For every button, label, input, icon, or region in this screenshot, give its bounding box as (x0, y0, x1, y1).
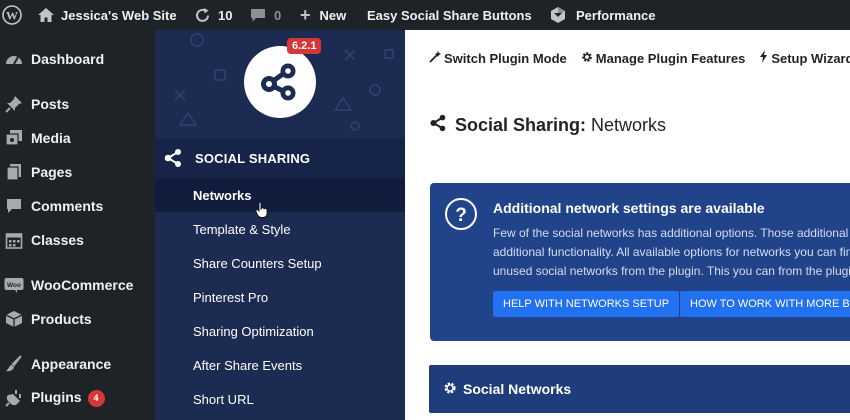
sidebar-item-short-url[interactable]: Short URL (155, 382, 405, 416)
plugin-sidebar: 6.2.1 SOCIAL SHARING Networks Template &… (155, 30, 405, 420)
main-content: Switch Plugin Mode Manage Plugin Feature… (405, 30, 850, 420)
notice-text: Few of the social networks has additiona… (493, 224, 850, 281)
comments-icon (4, 196, 24, 216)
gear-icon (581, 51, 593, 66)
wordpress-logo-icon[interactable]: W (2, 0, 22, 30)
menu-item-plugins[interactable]: Plugins 4 (0, 381, 155, 415)
menu-item-plugins-label: Plugins (31, 389, 82, 406)
switch-plugin-mode-button[interactable]: Switch Plugin Mode (429, 50, 567, 66)
gear-icon (443, 381, 457, 398)
notice-line: additional functionality. All available … (493, 245, 850, 259)
brush-icon (4, 354, 24, 374)
updates-count: 10 (218, 7, 233, 23)
bolt-icon (759, 50, 768, 66)
panel-title: Social Networks (463, 381, 572, 397)
svg-text:W: W (6, 9, 18, 23)
manage-plugin-features-button[interactable]: Manage Plugin Features (581, 50, 745, 66)
magic-wand-icon (429, 50, 441, 66)
menu-item-appearance[interactable]: Appearance (0, 347, 155, 381)
network-settings-notice: ? Additional network settings are availa… (430, 183, 850, 341)
page-title: Social Sharing: Networks (429, 114, 666, 137)
woo-icon: Woo (4, 275, 24, 295)
svg-text:Woo: Woo (7, 282, 21, 289)
updates-link[interactable]: 10 (194, 0, 232, 30)
share-nodes-icon (261, 63, 296, 101)
share-icon (163, 148, 183, 171)
new-label: New (319, 7, 347, 23)
menu-item-products[interactable]: Products (0, 302, 155, 336)
box-icon (4, 309, 24, 329)
plugins-update-badge: 4 (87, 389, 105, 407)
notice-line: unused social networks from the plugin. … (493, 264, 850, 278)
section-title: SOCIAL SHARING (195, 150, 311, 166)
admin-bar: W Jessica's Web Site 10 0 + New Easy Soc… (0, 0, 850, 30)
plugin-bar-link[interactable]: Easy Social Share Buttons (367, 0, 532, 30)
menu-item-posts[interactable]: Posts (0, 87, 155, 121)
site-name: Jessica's Web Site (61, 7, 177, 23)
menu-item-pages[interactable]: Pages (0, 155, 155, 189)
plugin-logo (244, 46, 316, 118)
wp-admin-menu: Dashboard Posts Media Pages Comments Cla… (0, 30, 155, 420)
refresh-icon (194, 7, 211, 24)
svg-text:?: ? (455, 205, 467, 226)
page-title-bold: Social Sharing: (455, 115, 587, 135)
performance-label: Performance (576, 7, 656, 23)
sidebar-item-share-counters[interactable]: Share Counters Setup (155, 246, 405, 280)
menu-item-dashboard[interactable]: Dashboard (0, 42, 155, 76)
question-circle-icon: ? (444, 197, 478, 236)
dashboard-icon (4, 49, 24, 69)
menu-item-media[interactable]: Media (0, 121, 155, 155)
menu-item-classes[interactable]: Classes (0, 223, 155, 257)
comments-link[interactable]: 0 (250, 0, 281, 30)
performance-icon (549, 6, 567, 24)
menu-item-comments[interactable]: Comments (0, 189, 155, 223)
setup-wizard-button[interactable]: Setup Wizard (759, 50, 850, 66)
pages-icon (4, 162, 24, 182)
performance-link[interactable]: Performance (549, 0, 655, 30)
sidebar-item-after-share-events[interactable]: After Share Events (155, 348, 405, 382)
comments-count: 0 (274, 7, 282, 23)
menu-item-woocommerce[interactable]: Woo WooCommerce (0, 268, 155, 302)
comment-bubble-icon (250, 8, 266, 23)
notice-heading: Additional network settings are availabl… (493, 200, 765, 216)
home-icon (38, 8, 54, 22)
section-social-sharing[interactable]: SOCIAL SHARING (155, 138, 405, 178)
calendar-icon (4, 230, 24, 250)
how-to-more-buttons-button[interactable]: HOW TO WORK WITH MORE BUTTONS (680, 291, 850, 317)
share-icon (429, 114, 447, 137)
plugin-bar-label: Easy Social Share Buttons (367, 7, 532, 23)
version-badge: 6.2.1 (287, 38, 322, 54)
social-networks-panel-header[interactable]: Social Networks (429, 365, 850, 413)
plugin-toolbar: Switch Plugin Mode Manage Plugin Feature… (429, 50, 850, 66)
help-networks-setup-button[interactable]: HELP WITH NETWORKS SETUP (493, 291, 680, 317)
notice-line: Few of the social networks has additiona… (493, 226, 850, 240)
new-content-link[interactable]: + New (300, 0, 346, 30)
pin-icon (4, 94, 24, 114)
page-title-rest: Networks (591, 115, 667, 135)
site-name-link[interactable]: Jessica's Web Site (38, 0, 177, 30)
sidebar-item-template-style[interactable]: Template & Style (155, 212, 405, 246)
sidebar-item-networks[interactable]: Networks (155, 178, 405, 218)
media-icon (4, 128, 24, 148)
sidebar-item-sharing-optimization[interactable]: Sharing Optimization (155, 314, 405, 348)
plus-icon: + (300, 4, 311, 25)
sidebar-item-pinterest-pro[interactable]: Pinterest Pro (155, 280, 405, 314)
plug-icon (4, 388, 24, 408)
